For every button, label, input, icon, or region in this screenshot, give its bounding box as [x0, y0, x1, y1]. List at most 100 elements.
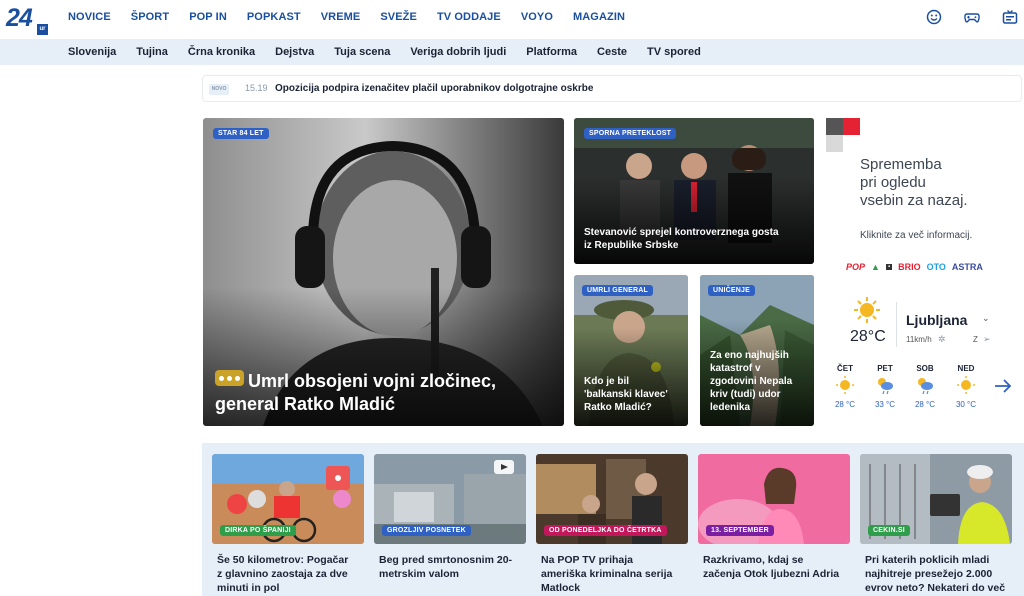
side-top-badge: SPORNA PRETEKLOST	[584, 128, 677, 139]
logo-number: 24	[6, 4, 33, 32]
bottom-article-5[interactable]: CEKIN.SI Pri katerih poklicih mladi najh…	[860, 454, 1012, 595]
subnav-item-tujina[interactable]: Tujina	[136, 46, 168, 58]
site-logo[interactable]: 24 ur	[6, 4, 48, 35]
forecast-day: PET 33 °C	[873, 364, 897, 409]
small-article-2[interactable]: UNIČENJE Za eno najhujših katastrof v zg…	[700, 275, 814, 426]
ticker-headline[interactable]: Opozicija podpira izenačitev plačil upor…	[275, 83, 593, 94]
weather-divider	[896, 302, 897, 347]
weather-wind: 11km/h	[906, 335, 932, 344]
forecast-day: NED 30 °C	[954, 364, 978, 409]
weather-wind-dir: Z	[973, 335, 978, 344]
bottom4-title[interactable]: Razkrivamo, kdaj se začenja Otok ljubezn…	[703, 553, 850, 581]
nav-item-sport[interactable]: ŠPORT	[131, 11, 169, 23]
main-nav: NOVICE ŠPORT POP IN POPKAST VREME SVEŽE …	[68, 11, 645, 23]
subnav-item-tuja-scena[interactable]: Tuja scena	[334, 46, 390, 58]
small-article-1[interactable]: UMRLI GENERAL Kdo je bil 'balkanski klav…	[574, 275, 688, 426]
lead-title-line2: general Ratko Mladić	[215, 394, 396, 414]
bottom1-title-line1: Še 50 kilometrov: Pogačar	[217, 554, 349, 566]
brand-pop[interactable]: POP	[846, 262, 865, 272]
subnav-item-veriga[interactable]: Veriga dobrih ljudi	[410, 46, 506, 58]
nav-item-voyo[interactable]: VOYO	[521, 11, 553, 23]
brand-brio[interactable]: BRIO	[898, 262, 921, 272]
small2-badge: UNIČENJE	[708, 285, 755, 296]
sub-nav: Slovenija Tujina Črna kronika Dejstva Tu…	[68, 46, 721, 58]
bottom2-title-line2: metrskim valom	[379, 568, 459, 580]
ticker-time: 15.19	[245, 83, 268, 93]
side-top-title-line1: Stevanović sprejel kontroverznega gosta	[584, 227, 779, 238]
brand-kino[interactable]: ▪	[885, 264, 893, 270]
side-top-article[interactable]: SPORNA PRETEKLOST Stevanović sprejel kon…	[574, 118, 814, 264]
weather-widget[interactable]: 28°C Ljubljana ⌄ 11km/h ✲ Z ➢ ČET 28 °C …	[826, 288, 1024, 428]
nav-item-sveze[interactable]: SVEŽE	[380, 11, 417, 23]
small1-title[interactable]: Kdo je bil 'balkanski klavec' Ratko Mlad…	[584, 375, 678, 414]
nav-item-magazin[interactable]: MAGAZIN	[573, 11, 625, 23]
top-navigation-bar: 24 ur NOVICE ŠPORT POP IN POPKAST VREME …	[0, 0, 1024, 38]
subnav-item-slovenija[interactable]: Slovenija	[68, 46, 116, 58]
bottom-article-2[interactable]: GROZLJIV POSNETEK Beg pred smrtonosnim 2…	[374, 454, 526, 581]
nav-item-tv-oddaje[interactable]: TV ODDAJE	[437, 11, 501, 23]
lead-title[interactable]: Umrl obsojeni vojni zločinec, general Ra…	[215, 370, 554, 416]
bottom-article-3-image: OD PONEDELJKA DO ČETRTKA	[536, 454, 688, 544]
bottom5-title[interactable]: Pri katerih poklicih mladi najhitreje pr…	[865, 553, 1012, 595]
subnav-item-dejstva[interactable]: Dejstva	[275, 46, 314, 58]
bottom5-title-line1: Pri katerih poklicih mladi	[865, 554, 990, 566]
bottom-article-3[interactable]: OD PONEDELJKA DO ČETRTKA Na POP TV priha…	[536, 454, 688, 595]
brand-astra[interactable]: ASTRA	[952, 262, 983, 272]
nav-item-novice[interactable]: NOVICE	[68, 11, 111, 23]
bottom4-badge: 13. SEPTEMBER	[706, 525, 774, 536]
bottom4-title-line1: Razkrivamo, kdaj se	[703, 554, 804, 566]
small1-title-line2: 'balkanski klavec'	[584, 389, 668, 400]
subnav-item-ceste[interactable]: Ceste	[597, 46, 627, 58]
sun-icon	[854, 297, 880, 323]
bottom1-badge: DIRKA PO ŠPANIJI	[220, 525, 296, 536]
bottom-article-1-image: DIRKA PO ŠPANIJI	[212, 454, 364, 544]
sun-cloud-rain-icon	[878, 378, 893, 395]
bottom3-title-line3: Matlock	[541, 582, 581, 594]
bottom-article-4[interactable]: 13. SEPTEMBER Razkrivamo, kdaj se začenj…	[698, 454, 850, 581]
bottom3-title[interactable]: Na POP TV prihaja ameriška kriminalna se…	[541, 553, 688, 595]
brand-oto[interactable]: OTO	[927, 262, 946, 272]
bottom1-title[interactable]: Še 50 kilometrov: Pogačar z glavnino zao…	[217, 553, 364, 595]
bottom5-title-line3: evrov neto? Nekateri do več	[865, 582, 1006, 594]
weather-city[interactable]: Ljubljana	[906, 312, 967, 328]
brand-kanal-a[interactable]: ▲	[871, 262, 880, 272]
small2-title[interactable]: Za eno najhujših katastrof v zgodovini N…	[710, 349, 804, 414]
lead-article[interactable]: STAR 84 LET Umrl obsojeni vojni zločinec…	[203, 118, 564, 426]
chevron-down-icon[interactable]: ⌄	[982, 313, 990, 324]
gamepad-icon[interactable]	[964, 9, 980, 25]
forecast-day-temp: 33 °C	[874, 400, 896, 409]
bottom2-badge: GROZLJIV POSNETEK	[382, 525, 471, 536]
bottom3-badge: OD PONEDELJKA DO ČETRTKA	[544, 525, 667, 536]
bottom4-title-line2: začenja Otok ljubezni Adria	[703, 568, 840, 580]
ad-line3: vsebin za nazaj.	[860, 192, 968, 209]
small2-title-line5: ledenika	[710, 402, 751, 413]
subnav-item-tv-spored[interactable]: TV spored	[647, 46, 701, 58]
ad-subtext[interactable]: Kliknite za več informacij.	[860, 230, 972, 241]
ad-logo-icon	[826, 118, 860, 152]
bottom2-title[interactable]: Beg pred smrtonosnim 20- metrskim valom	[379, 553, 526, 581]
more-dots-icon	[215, 370, 244, 386]
nav-item-popkast[interactable]: POPKAST	[247, 11, 301, 23]
arrow-right-icon[interactable]	[994, 378, 1012, 394]
forecast-day-temp: 28 °C	[914, 400, 936, 409]
sun-icon	[836, 376, 854, 394]
nav-item-vreme[interactable]: VREME	[321, 11, 361, 23]
small1-badge: UMRLI GENERAL	[582, 285, 653, 296]
bottom-article-5-image: CEKIN.SI	[860, 454, 1012, 544]
ad-banner[interactable]: Sprememba pri ogledu vsebin za nazaj. Kl…	[826, 118, 1024, 278]
tv-icon[interactable]	[1002, 9, 1018, 25]
wind-icon: ✲	[938, 334, 946, 344]
side-top-title[interactable]: Stevanović sprejel kontroverznega gosta …	[584, 226, 804, 252]
bottom-article-1[interactable]: DIRKA PO ŠPANIJI Še 50 kilometrov: Pogač…	[212, 454, 364, 595]
sun-icon	[957, 376, 975, 394]
subnav-item-platforma[interactable]: Platforma	[526, 46, 577, 58]
news-ticker[interactable]: NOVO 15.19 Opozicija podpira izenačitev …	[202, 75, 1022, 102]
small1-title-line1: Kdo je bil	[584, 376, 629, 387]
bottom1-title-line2: z glavnino zaostaja za dve	[217, 568, 348, 580]
bottom5-title-line2: najhitreje presežejo 2.000	[865, 568, 993, 580]
nav-item-pop-in[interactable]: POP IN	[189, 11, 227, 23]
smiley-icon[interactable]	[926, 9, 942, 25]
subnav-item-crna-kronika[interactable]: Črna kronika	[188, 46, 255, 58]
forecast-day-label: NED	[957, 364, 975, 373]
side-top-title-line2: iz Republike Srbske	[584, 240, 679, 251]
